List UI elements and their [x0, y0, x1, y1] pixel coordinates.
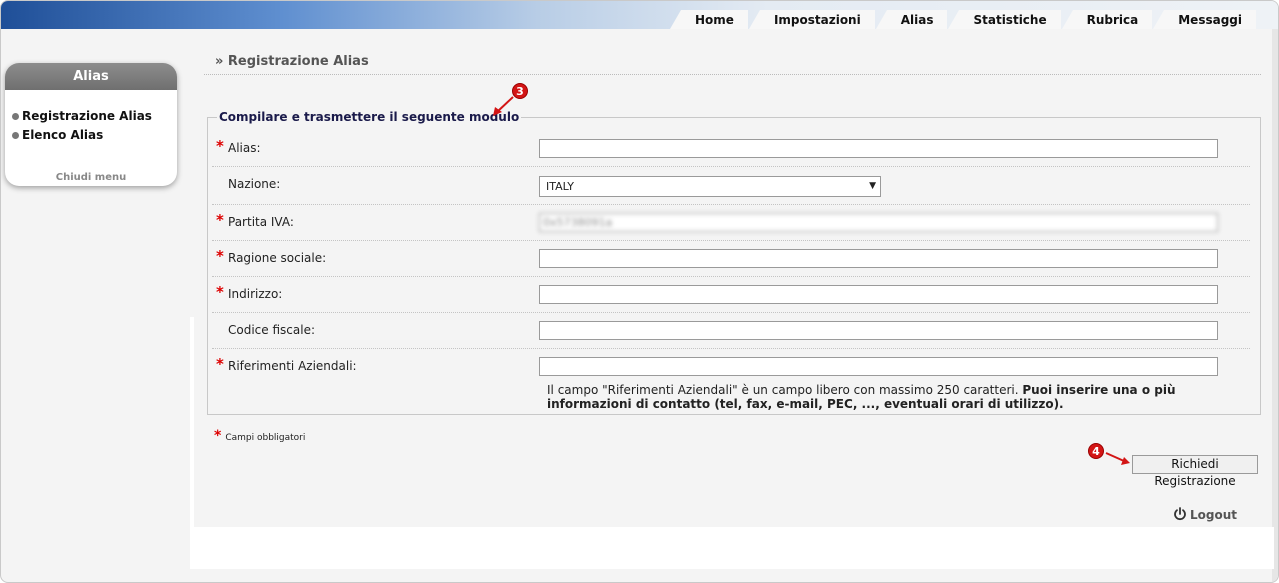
sidebar-title: Alias: [5, 63, 177, 90]
dropdown-arrow-icon: ▼: [869, 181, 876, 191]
alias-input[interactable]: [539, 139, 1218, 158]
required-mark: *: [216, 355, 224, 373]
nazione-select[interactable]: ITALY ▼: [539, 176, 881, 197]
field-label-alias: Alias:: [228, 141, 261, 155]
bullet-icon: [12, 113, 19, 120]
form-row-alias: * Alias:: [212, 131, 1250, 167]
main-content: » Registrazione Alias Compilare e trasme…: [190, 29, 1274, 569]
field-label-codice-fiscale: Codice fiscale:: [228, 323, 315, 337]
required-fields-note: * Campi obbligatori: [214, 428, 305, 444]
form-row-riferimenti: * Riferimenti Aziendali: Il campo "Rifer…: [212, 349, 1250, 411]
form-row-partita-iva: * Partita IVA:: [212, 205, 1250, 241]
sidebar-list: Registrazione Alias Elenco Alias: [5, 107, 177, 145]
codice-fiscale-input[interactable]: [539, 321, 1218, 340]
sidebar-item-label: Registrazione Alias: [22, 109, 152, 123]
required-mark: *: [216, 211, 224, 229]
tab-statistiche[interactable]: Statistiche: [948, 10, 1061, 29]
form-row-nazione: Nazione: ITALY ▼: [212, 167, 1250, 205]
tab-impostazioni[interactable]: Impostazioni: [748, 10, 875, 29]
field-label-riferimenti: Riferimenti Aziendali:: [228, 359, 357, 373]
form-row-indirizzo: * Indirizzo:: [212, 277, 1250, 313]
help-text-plain: Il campo "Riferimenti Aziendali" è un ca…: [547, 383, 1019, 397]
partita-iva-input[interactable]: [539, 213, 1218, 232]
required-mark: *: [216, 137, 224, 155]
form-row-ragione-sociale: * Ragione sociale:: [212, 241, 1250, 277]
step-3-arrow-icon: [493, 96, 514, 116]
riferimenti-aziendali-input[interactable]: [539, 357, 1218, 376]
main-nav-tabs: Home Impostazioni Alias Statistiche Rubr…: [669, 10, 1256, 29]
field-label-ragione-sociale: Ragione sociale:: [228, 251, 327, 265]
close-menu-link[interactable]: Chiudi menu: [5, 172, 177, 183]
step-4-callout: 4: [1088, 443, 1104, 459]
field-label-indirizzo: Indirizzo:: [228, 287, 283, 301]
ragione-sociale-input[interactable]: [539, 249, 1218, 268]
logout-link[interactable]: Logout: [1173, 507, 1237, 522]
required-mark: *: [214, 428, 222, 444]
form-row-codice-fiscale: Codice fiscale:: [212, 313, 1250, 349]
sidebar-item-label: Elenco Alias: [22, 128, 104, 142]
riferimenti-help-text: Il campo "Riferimenti Aziendali" è un ca…: [547, 383, 1237, 411]
bullet-icon: [12, 132, 19, 139]
required-mark: *: [216, 247, 224, 265]
sidebar-item-registrazione-alias[interactable]: Registrazione Alias: [5, 107, 177, 126]
tab-alias[interactable]: Alias: [875, 10, 948, 29]
field-label-partita-iva: Partita IVA:: [228, 215, 294, 229]
title-divider: [204, 74, 1261, 75]
tab-rubrica[interactable]: Rubrica: [1061, 10, 1153, 29]
required-note-label: Campi obbligatori: [225, 433, 306, 443]
sidebar-menu: Alias Registrazione Alias Elenco Alias C…: [5, 63, 177, 186]
indirizzo-input[interactable]: [539, 285, 1218, 304]
sidebar-item-elenco-alias[interactable]: Elenco Alias: [5, 126, 177, 145]
app-window: Home Impostazioni Alias Statistiche Rubr…: [0, 0, 1279, 583]
required-mark: *: [216, 283, 224, 301]
field-label-nazione: Nazione:: [228, 177, 281, 191]
tab-messaggi[interactable]: Messaggi: [1153, 10, 1256, 29]
logout-label: Logout: [1190, 508, 1238, 522]
richiedi-registrazione-button[interactable]: Richiedi Registrazione: [1132, 455, 1258, 488]
header-bar: Home Impostazioni Alias Statistiche Rubr…: [1, 1, 1278, 29]
tab-home[interactable]: Home: [670, 10, 748, 29]
nazione-selected-value: ITALY: [546, 180, 575, 193]
power-icon: [1174, 507, 1186, 521]
step-4-arrow-icon: [1105, 452, 1130, 465]
form-legend: Compilare e trasmettere il seguente modu…: [217, 110, 522, 124]
page-title: » Registrazione Alias: [215, 54, 369, 69]
